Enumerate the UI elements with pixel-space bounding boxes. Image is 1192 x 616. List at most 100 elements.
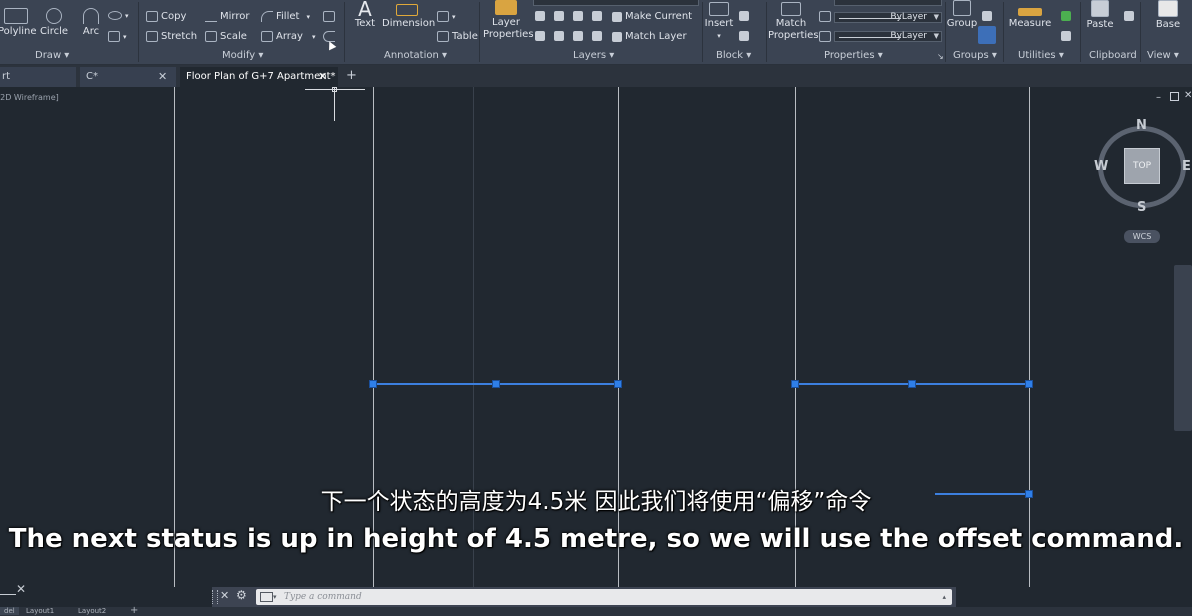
- grip-handle[interactable]: [1025, 380, 1033, 388]
- layers-panel-label[interactable]: Layers ▾: [573, 50, 614, 61]
- measure-button[interactable]: Measure: [1008, 2, 1052, 30]
- annotation-panel-label[interactable]: Annotation ▾: [384, 50, 447, 61]
- array-button[interactable]: Array ▾: [261, 31, 315, 42]
- dimension-button[interactable]: Dimension: [382, 2, 435, 30]
- minimize-icon[interactable]: –: [1156, 92, 1161, 103]
- explode-button[interactable]: [323, 11, 335, 22]
- paste-button[interactable]: Paste: [1084, 0, 1116, 31]
- layer-tool-icon[interactable]: [535, 31, 545, 41]
- circle-button[interactable]: Circle: [38, 8, 70, 38]
- copy-clip-icon[interactable]: [1124, 11, 1134, 21]
- match-properties-label-1: Match: [775, 18, 807, 29]
- mirror-icon: [205, 11, 217, 22]
- arc-button[interactable]: Arc: [78, 8, 104, 38]
- close-icon[interactable]: ✕: [318, 67, 327, 87]
- view-panel-label[interactable]: View ▾: [1147, 50, 1179, 61]
- layer-tool-icon[interactable]: [573, 31, 583, 41]
- insert-button[interactable]: Insert ▾: [704, 2, 734, 42]
- compass-south[interactable]: S: [1137, 200, 1146, 215]
- match-properties-label-2: Properties: [768, 30, 819, 41]
- command-placeholder: Type a command: [284, 592, 362, 602]
- base-button[interactable]: Base: [1150, 0, 1186, 31]
- group-tool-icon[interactable]: [982, 11, 992, 21]
- groups-panel-label[interactable]: Groups ▾: [953, 50, 997, 61]
- close-icon[interactable]: ✕: [220, 589, 229, 602]
- scale-label: Scale: [220, 31, 247, 42]
- layer-properties-button[interactable]: Layer Properties: [483, 0, 534, 41]
- stretch-button[interactable]: Stretch: [146, 31, 197, 42]
- restore-icon[interactable]: [1170, 92, 1179, 101]
- group-selection-icon[interactable]: [978, 26, 996, 44]
- draw-panel-label[interactable]: Draw ▾: [35, 50, 69, 61]
- layer-tool-icon[interactable]: [535, 11, 545, 21]
- tab-model[interactable]: del: [0, 607, 19, 615]
- grip-bar-icon[interactable]: [212, 590, 218, 604]
- mirror-button[interactable]: Mirror: [205, 11, 249, 22]
- copy-button[interactable]: Copy: [146, 11, 186, 22]
- properties-panel-label[interactable]: Properties ▾: [824, 50, 883, 61]
- tab-drawing-c[interactable]: C* ✕: [80, 67, 176, 87]
- command-history-icon[interactable]: [260, 592, 273, 602]
- hatch-button[interactable]: ▾: [108, 31, 127, 42]
- polyline-button[interactable]: Polyline: [0, 8, 37, 38]
- customize-icon[interactable]: ⚙: [236, 588, 247, 602]
- ellipse-button[interactable]: ▾: [108, 11, 129, 20]
- polyline-label: Polyline: [0, 26, 37, 37]
- linetype-dropdown[interactable]: ByLayer ▼: [834, 31, 942, 42]
- layer-dropdown[interactable]: [533, 0, 699, 6]
- modify-panel-label[interactable]: Modify ▾: [222, 50, 263, 61]
- compass-north[interactable]: N: [1136, 118, 1147, 133]
- dialog-launcher-icon[interactable]: ↘: [937, 52, 944, 61]
- measure-icon: [1018, 8, 1042, 16]
- compass-east[interactable]: E: [1182, 159, 1191, 174]
- grip-handle[interactable]: [791, 380, 799, 388]
- scale-button[interactable]: Scale: [205, 31, 247, 42]
- group-button[interactable]: Group: [946, 0, 978, 30]
- tab-start[interactable]: rt: [0, 67, 76, 87]
- close-icon[interactable]: ✕: [1184, 90, 1192, 101]
- ucs-icon: [0, 594, 16, 595]
- add-layout-icon[interactable]: +: [130, 605, 138, 616]
- wcs-menu[interactable]: WCS: [1124, 230, 1160, 243]
- tab-floor-plan[interactable]: Floor Plan of G+7 Apartment* ✕: [180, 67, 338, 87]
- layer-tool-icon[interactable]: [592, 31, 602, 41]
- lineweight-dropdown[interactable]: ByLayer ▼: [834, 12, 942, 23]
- chevron-up-icon[interactable]: ▴: [942, 589, 946, 605]
- grip-handle[interactable]: [369, 380, 377, 388]
- text-button[interactable]: A Text: [352, 0, 378, 30]
- layer-tool-icon[interactable]: [554, 31, 564, 41]
- color-dropdown[interactable]: [834, 0, 942, 6]
- panel-divider: [138, 2, 139, 62]
- command-input[interactable]: ▾ Type a command ▴: [256, 589, 952, 605]
- layer-tool-icon[interactable]: [573, 11, 583, 21]
- grip-handle[interactable]: [908, 380, 916, 388]
- utility-tool-icon[interactable]: [1061, 11, 1071, 21]
- viewport-controls-label[interactable]: [2D Wireframe]: [0, 93, 59, 102]
- match-layer-button[interactable]: Match Layer: [612, 31, 687, 42]
- block-panel-label[interactable]: Block ▾: [716, 50, 751, 61]
- fillet-button[interactable]: Fillet ▾: [261, 11, 310, 22]
- stretch-label: Stretch: [161, 31, 198, 42]
- calculator-icon[interactable]: [1061, 31, 1071, 41]
- compass-west[interactable]: W: [1094, 159, 1108, 174]
- close-icon[interactable]: ✕: [158, 67, 167, 87]
- chevron-down-icon[interactable]: ▾: [273, 589, 277, 605]
- table-button[interactable]: Table: [437, 31, 478, 42]
- block-tool-icon[interactable]: [739, 31, 749, 41]
- new-tab-icon[interactable]: +: [346, 68, 357, 83]
- leader-button[interactable]: ▾: [437, 11, 456, 22]
- clipboard-panel-label[interactable]: Clipboard: [1089, 50, 1137, 61]
- match-properties-button[interactable]: Match Properties: [768, 2, 819, 42]
- grip-handle[interactable]: [614, 380, 622, 388]
- viewcube[interactable]: N S W E TOP: [1093, 117, 1192, 227]
- utilities-panel-label[interactable]: Utilities ▾: [1018, 50, 1064, 61]
- layer-tool-icon[interactable]: [592, 11, 602, 21]
- grip-handle[interactable]: [492, 380, 500, 388]
- block-tool-icon[interactable]: [739, 11, 749, 21]
- viewcube-top-face[interactable]: TOP: [1124, 148, 1160, 184]
- navigation-bar[interactable]: [1174, 265, 1192, 431]
- make-current-button[interactable]: Make Current: [612, 11, 692, 22]
- tab-layout1[interactable]: Layout1: [26, 607, 54, 615]
- layer-tool-icon[interactable]: [554, 11, 564, 21]
- tab-layout2[interactable]: Layout2: [78, 607, 106, 615]
